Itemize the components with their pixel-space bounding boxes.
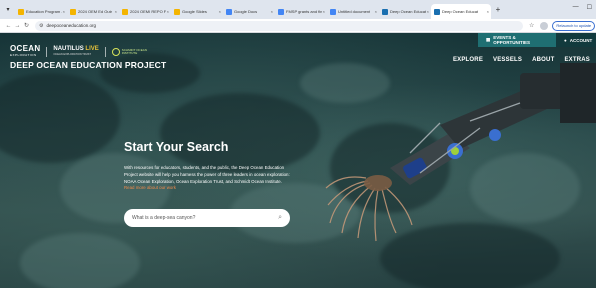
close-tab-icon[interactable]: × [427, 9, 429, 14]
events-opportunities-button[interactable]: ▦ EVENTS & OPPORTUNITIES [478, 33, 556, 47]
url-field[interactable]: ⚙ deepoceaneducation.org [35, 20, 523, 31]
close-tab-icon[interactable]: × [219, 9, 221, 14]
browser-tab[interactable]: Deep Ocean Educati × [431, 4, 491, 19]
close-tab-icon[interactable]: × [167, 9, 169, 14]
search-icon[interactable]: ⌕ [278, 214, 282, 222]
user-icon: ● [564, 37, 567, 43]
partner-logos: OCEAN EXPLORATION NAUTILUS LIVE OCEAN EX… [10, 45, 148, 59]
account-button[interactable]: ● ACCOUNT [556, 33, 596, 47]
tab-strip: Education Program - × 2024 OEM Ed Outr × 202… [15, 0, 491, 19]
read-more-link[interactable]: Read more about our work [124, 185, 176, 190]
browser-tab[interactable]: Untitled document × [327, 4, 379, 19]
main-nav: EXPLORE VESSELS ABOUT EXTRAS [453, 57, 590, 63]
close-tab-icon[interactable]: × [487, 9, 489, 14]
browser-tab[interactable]: Google Docs × [223, 4, 275, 19]
tab-favicon-icon [278, 8, 284, 15]
schmidt-ocean-logo[interactable]: SCHMIDT OCEAN INSTITUTE [111, 48, 148, 56]
tab-title: Google Docs [234, 9, 258, 14]
browser-tab[interactable]: Deep Ocean Educati × [379, 4, 431, 19]
tab-favicon-icon [174, 8, 180, 15]
forward-icon[interactable]: → [13, 23, 22, 29]
search-box[interactable]: ⌕ [124, 209, 290, 227]
tab-favicon-icon [330, 8, 336, 15]
close-tab-icon[interactable]: × [271, 9, 273, 14]
address-bar-row: ← → ↻ ⚙ deepoceaneducation.org ☆ Relaunc… [0, 19, 596, 33]
calendar-icon: ▦ [486, 37, 491, 42]
hero-intro: With resources for educators, students, … [124, 165, 292, 192]
top-utility-buttons: ▦ EVENTS & OPPORTUNITIES ● ACCOUNT [478, 33, 596, 47]
close-tab-icon[interactable]: × [63, 9, 65, 14]
tab-title: Untitled document [338, 9, 371, 14]
tab-title: FMSP grants and fin [286, 9, 322, 14]
search-input[interactable] [132, 215, 262, 221]
nav-explore[interactable]: EXPLORE [453, 57, 483, 63]
ocean-exploration-logo[interactable]: OCEAN EXPLORATION [10, 45, 40, 59]
tab-title: 2024 OEM Ed Outr [78, 9, 113, 14]
logo-divider [104, 47, 106, 57]
nautilus-live-logo[interactable]: NAUTILUS LIVE OCEAN EXPLORATION TRUST [53, 46, 98, 58]
tab-favicon-icon [18, 8, 24, 15]
rov-arm-image [325, 63, 596, 242]
tab-title: Deep Ocean Educati [442, 9, 478, 14]
site-info-icon[interactable]: ⚙ [39, 23, 43, 29]
back-icon[interactable]: ← [4, 23, 13, 29]
maximize-icon[interactable]: ☐ [587, 4, 592, 11]
hero-section: OCEAN EXPLORATION NAUTILUS LIVE OCEAN EX… [0, 33, 596, 288]
tab-title: 2024 OEMI REPO Fr [130, 9, 166, 14]
tab-search-icon[interactable]: ▾ [3, 5, 13, 15]
browser-tab-bar: ▾ Education Program - × 2024 OEM Ed Outr × 2… [0, 0, 596, 19]
hero-intro-text: With resources for educators, students, … [124, 165, 290, 184]
new-tab-button[interactable]: + [493, 5, 503, 14]
tab-favicon-icon [434, 8, 440, 15]
hero-heading: Start Your Search [124, 140, 229, 154]
nav-about[interactable]: ABOUT [532, 57, 554, 63]
relaunch-button[interactable]: Relaunch to update [552, 20, 596, 31]
tab-favicon-icon [226, 8, 232, 15]
site-title[interactable]: DEEP OCEAN EDUCATION PROJECT [10, 60, 166, 70]
logo-divider [46, 47, 48, 57]
url-text: deepoceaneducation.org [46, 23, 97, 28]
soi-mark-icon [111, 48, 120, 56]
window-controls: — ☐ [573, 4, 592, 11]
tab-favicon-icon [382, 8, 388, 15]
close-tab-icon[interactable]: × [323, 9, 325, 14]
minimize-icon[interactable]: — [573, 4, 579, 11]
profile-avatar[interactable] [540, 21, 549, 30]
nav-extras[interactable]: EXTRAS [564, 57, 590, 63]
close-tab-icon[interactable]: × [115, 9, 117, 14]
tab-favicon-icon [122, 8, 128, 15]
browser-tab[interactable]: 2024 OEMI REPO Fr × [119, 4, 171, 19]
tab-title: Google Slides [182, 9, 207, 14]
tab-title: Deep Ocean Educati [390, 9, 426, 14]
bookmark-star-icon[interactable]: ☆ [529, 22, 534, 29]
browser-tab[interactable]: Google Slides × [171, 4, 223, 19]
browser-tab[interactable]: 2024 OEM Ed Outr × [67, 4, 119, 19]
nav-vessels[interactable]: VESSELS [493, 57, 522, 63]
tab-favicon-icon [70, 8, 76, 15]
browser-tab[interactable]: FMSP grants and fin × [275, 4, 327, 19]
close-tab-icon[interactable]: × [375, 9, 377, 14]
reload-icon[interactable]: ↻ [22, 22, 31, 29]
tab-title: Education Program - [26, 9, 62, 14]
browser-tab[interactable]: Education Program - × [15, 4, 67, 19]
